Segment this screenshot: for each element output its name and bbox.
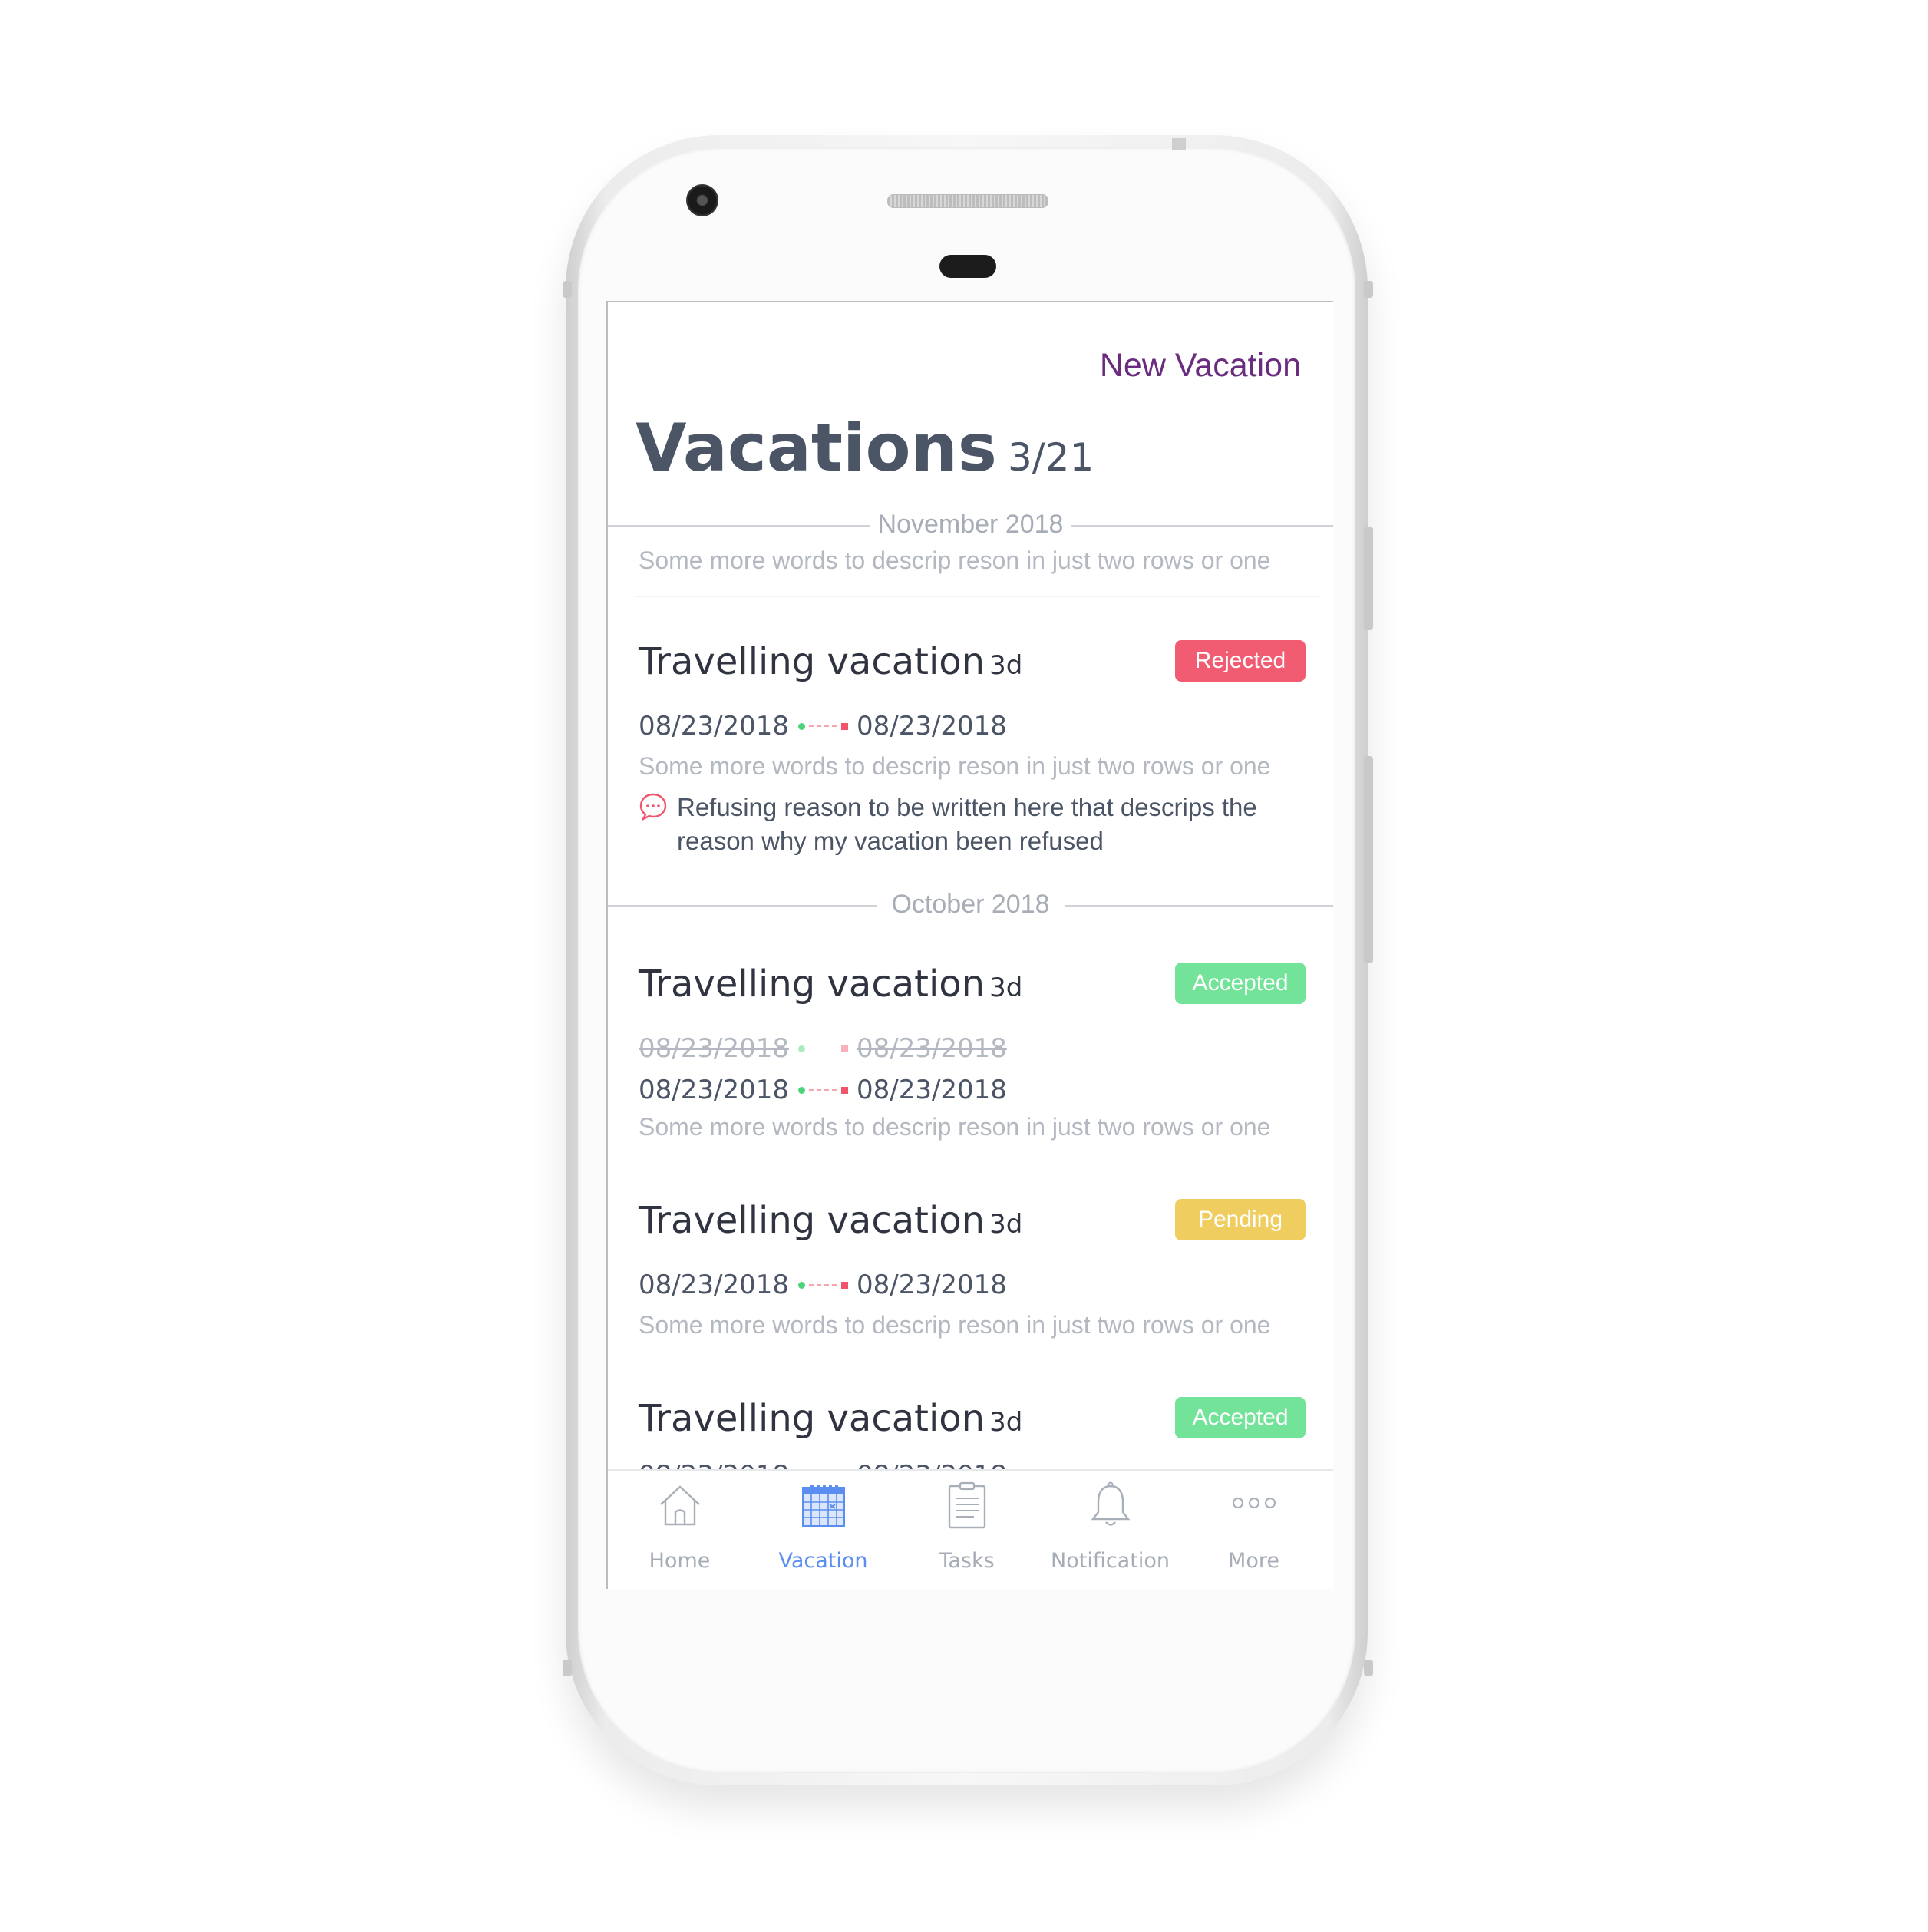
vacation-note: Some more words to descrip reson in just… bbox=[639, 1311, 1271, 1339]
tab-label: More bbox=[1228, 1549, 1279, 1573]
status-badge-accepted: Accepted bbox=[1175, 963, 1306, 1004]
bottom-tab-bar: Home Vacation Tasks Notification More bbox=[608, 1469, 1333, 1589]
month-label: November 2018 bbox=[870, 510, 1071, 539]
old-start-date: 08/23/2018 bbox=[639, 1032, 789, 1064]
start-date: 08/23/2018 bbox=[639, 1074, 789, 1105]
bell-icon bbox=[1091, 1481, 1131, 1526]
end-date: 08/23/2018 bbox=[856, 1269, 1007, 1300]
vacation-note: Some more words to descrip reson in just… bbox=[639, 1113, 1271, 1141]
tab-home[interactable]: Home bbox=[608, 1481, 751, 1589]
app-screen: New Vacation Vacations 3/21 November 2018… bbox=[606, 301, 1333, 1589]
vacation-duration: 3d bbox=[989, 1407, 1023, 1438]
tab-vacation[interactable]: Vacation bbox=[751, 1481, 895, 1589]
power-button bbox=[1364, 527, 1373, 630]
vacation-note: Some more words to descrip reson in just… bbox=[639, 752, 1271, 780]
vacation-title: Travelling vacation 3d bbox=[639, 963, 1022, 1006]
front-camera-icon bbox=[686, 184, 718, 216]
date-range-indicator bbox=[795, 1086, 850, 1094]
date-range-indicator bbox=[795, 722, 850, 730]
month-header-november: November 2018 bbox=[608, 510, 1333, 540]
vacation-duration: 3d bbox=[989, 650, 1023, 681]
status-badge-accepted: Accepted bbox=[1175, 1397, 1306, 1438]
vacation-title: Travelling vacation 3d bbox=[639, 640, 1022, 683]
date-range: 08/23/2018 08/23/2018 bbox=[639, 1268, 1007, 1300]
vacation-name: Travelling vacation bbox=[639, 1199, 985, 1242]
tab-label: Vacation bbox=[778, 1549, 868, 1573]
side-button-right-top bbox=[1364, 281, 1373, 298]
tab-tasks[interactable]: Tasks bbox=[895, 1481, 1038, 1589]
calendar-icon bbox=[802, 1485, 845, 1527]
volume-button bbox=[1364, 756, 1373, 963]
month-note: Some more words to descrip reson in just… bbox=[639, 547, 1271, 574]
old-end-date: 08/23/2018 bbox=[856, 1032, 1007, 1064]
side-button-left bbox=[563, 281, 572, 298]
side-button-right-bottom bbox=[1364, 1660, 1373, 1676]
clipboard-icon bbox=[948, 1481, 986, 1529]
page-title: Vacations 3/21 bbox=[636, 410, 1094, 487]
more-icon bbox=[1232, 1497, 1276, 1509]
tab-more[interactable]: More bbox=[1182, 1481, 1326, 1589]
start-date: 08/23/2018 bbox=[639, 1269, 789, 1300]
vacation-count: 3/21 bbox=[1007, 435, 1094, 480]
date-range-indicator bbox=[795, 1281, 850, 1289]
vacation-duration: 3d bbox=[989, 973, 1023, 1003]
separator bbox=[636, 596, 1319, 597]
old-date-range: 08/23/2018 08/23/2018 bbox=[639, 1032, 1007, 1064]
page-title-text: Vacations bbox=[636, 410, 997, 487]
end-date: 08/23/2018 bbox=[856, 1074, 1007, 1105]
refusing-reason-text: Refusing reason to be written here that … bbox=[677, 793, 1257, 855]
earpiece-speaker bbox=[887, 194, 1048, 208]
vacation-title: Travelling vacation 3d bbox=[639, 1199, 1022, 1242]
month-label: October 2018 bbox=[883, 890, 1058, 919]
proximity-sensor bbox=[939, 255, 996, 278]
tab-notification[interactable]: Notification bbox=[1038, 1481, 1182, 1589]
status-badge-rejected: Rejected bbox=[1175, 640, 1306, 682]
date-range: 08/23/2018 08/23/2018 bbox=[639, 709, 1007, 741]
start-date: 08/23/2018 bbox=[639, 710, 789, 741]
top-antenna-line bbox=[1172, 138, 1186, 150]
home-icon bbox=[660, 1485, 700, 1526]
chat-bubble-icon bbox=[639, 793, 667, 821]
vacation-name: Travelling vacation bbox=[639, 963, 985, 1006]
tab-label: Tasks bbox=[939, 1549, 995, 1573]
tab-label: Home bbox=[649, 1549, 711, 1573]
vacation-name: Travelling vacation bbox=[639, 640, 985, 683]
vacation-name: Travelling vacation bbox=[639, 1397, 985, 1440]
side-button-left-bottom bbox=[563, 1660, 572, 1676]
end-date: 08/23/2018 bbox=[856, 710, 1007, 741]
vacation-title: Travelling vacation 3d bbox=[639, 1397, 1022, 1440]
tab-label: Notification bbox=[1051, 1549, 1170, 1573]
date-range: 08/23/2018 08/23/2018 bbox=[639, 1073, 1007, 1105]
status-badge-pending: Pending bbox=[1175, 1199, 1306, 1240]
vacation-duration: 3d bbox=[989, 1209, 1023, 1240]
new-vacation-button[interactable]: New Vacation bbox=[1100, 347, 1301, 385]
month-header-october: October 2018 bbox=[608, 890, 1333, 920]
date-range-indicator bbox=[795, 1045, 850, 1052]
